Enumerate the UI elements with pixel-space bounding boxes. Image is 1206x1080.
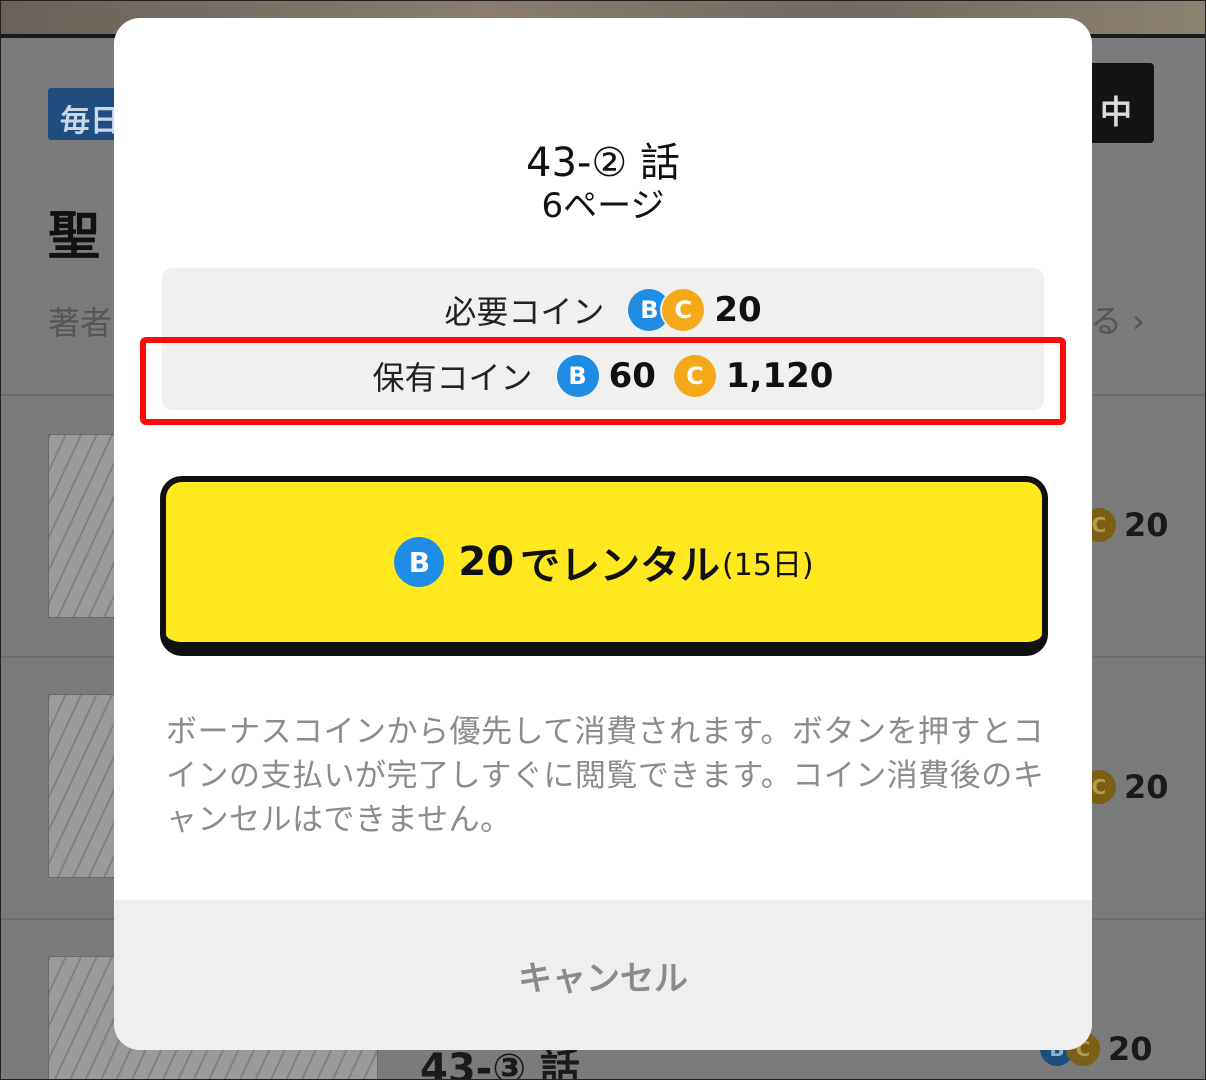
rent-amount: 20 <box>458 539 515 585</box>
rent-label: でレンタル <box>520 543 721 589</box>
episode-price: C 20 <box>1082 768 1169 806</box>
rent-period: (15日) <box>722 548 814 583</box>
episode-price: C 20 <box>1082 506 1169 544</box>
required-coins-amount: 20 <box>714 290 762 330</box>
author-label: 著者 <box>48 304 113 342</box>
owned-bonus-coins-amount: 60 <box>608 356 656 396</box>
owned-coins-row: 保有コイン B 60 C 1,120 <box>162 354 1044 398</box>
required-coins-row: 必要コイン B C 20 <box>162 288 1044 332</box>
see-more-link[interactable]: る › <box>1090 296 1145 342</box>
dialog-page-count: 6ページ <box>541 186 665 226</box>
cancel-button[interactable]: キャンセル <box>114 900 1092 1050</box>
bonus-coin-icon: B <box>556 355 599 397</box>
required-coins-label: 必要コイン <box>444 293 605 331</box>
rent-button[interactable]: B 20 でレンタル (15日) <box>160 476 1048 656</box>
owned-coins-label: 保有コイン <box>372 359 533 397</box>
payment-note: ボーナスコインから優先して消費されます。ボタンを押すとコインの支払いが完了しすぐ… <box>166 714 1045 838</box>
coin-icon: C <box>662 289 705 331</box>
coin-summary: 必要コイン B C 20 保有コイン B 60 C 1,120 <box>162 268 1044 410</box>
rental-dialog: 43-② 話 6ページ 必要コイン B C 20 保有コイン B 60 C 1,… <box>114 18 1092 1050</box>
coin-icon: C <box>673 355 716 397</box>
owned-coins-amount: 1,120 <box>725 356 834 396</box>
bonus-coin-icon: B <box>394 537 445 587</box>
series-title: 聖 <box>48 207 101 267</box>
